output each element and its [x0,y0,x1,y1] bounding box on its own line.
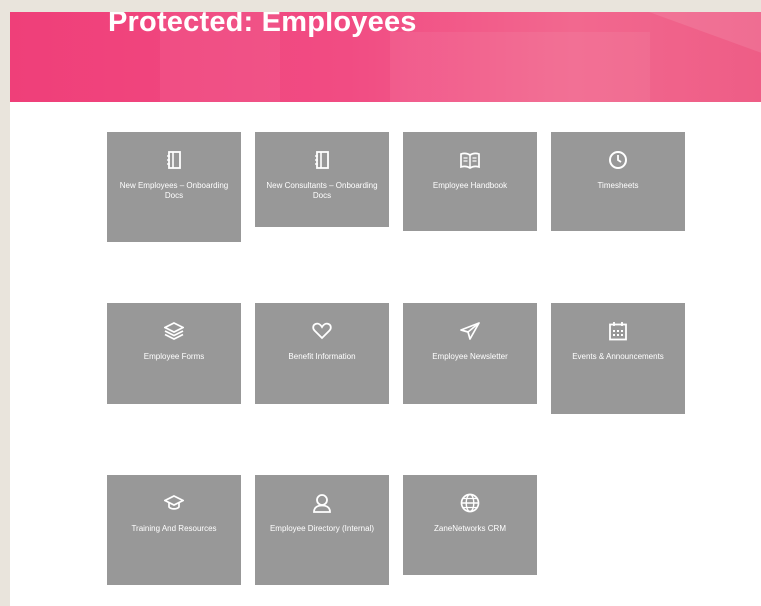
tile-employee-handbook[interactable]: Employee Handbook [403,132,537,231]
page-header-banner: Protected: Employees [10,12,761,102]
page: Protected: Employees New Employees – Onb… [10,12,761,606]
layers-icon [107,321,241,341]
tile-label: Benefit Information [288,352,356,361]
tile-label: New Consultants – Onboarding Docs [266,181,378,200]
graduation-cap-icon [107,493,241,513]
heart-icon [255,321,389,341]
page-title: Protected: Employees [108,12,417,38]
tile-label: New Employees – Onboarding Docs [119,181,229,200]
open-book-icon [403,150,537,170]
tile-label: Employee Forms [143,352,205,361]
tile-label: Timesheets [597,181,639,190]
tile-benefit-information[interactable]: Benefit Information [255,303,389,404]
tile-label: Employee Handbook [432,181,508,190]
tile-new-consultants-onboarding[interactable]: New Consultants – Onboarding Docs [255,132,389,227]
tile-new-employees-onboarding[interactable]: New Employees – Onboarding Docs [107,132,241,242]
tile-employee-directory[interactable]: Employee Directory (Internal) [255,475,389,585]
tile-employee-forms[interactable]: Employee Forms [107,303,241,404]
user-icon [255,493,389,513]
notebook-icon [255,150,389,170]
clock-icon [551,150,685,170]
tile-events-announcements[interactable]: Events & Announcements [551,303,685,414]
tile-label: ZaneNetworks CRM [433,524,506,533]
globe-icon [403,493,537,513]
tile-training-resources[interactable]: Training And Resources [107,475,241,585]
tile-label: Training And Resources [131,524,217,533]
tile-label: Employee Newsletter [432,352,508,361]
tile-timesheets[interactable]: Timesheets [551,132,685,231]
tile-zanenetworks-crm[interactable]: ZaneNetworks CRM [403,475,537,575]
notebook-icon [107,150,241,170]
paper-plane-icon [403,321,537,341]
tile-label: Events & Announcements [572,352,664,361]
calendar-icon [551,321,685,341]
tile-label: Employee Directory (Internal) [269,524,375,533]
tile-employee-newsletter[interactable]: Employee Newsletter [403,303,537,404]
